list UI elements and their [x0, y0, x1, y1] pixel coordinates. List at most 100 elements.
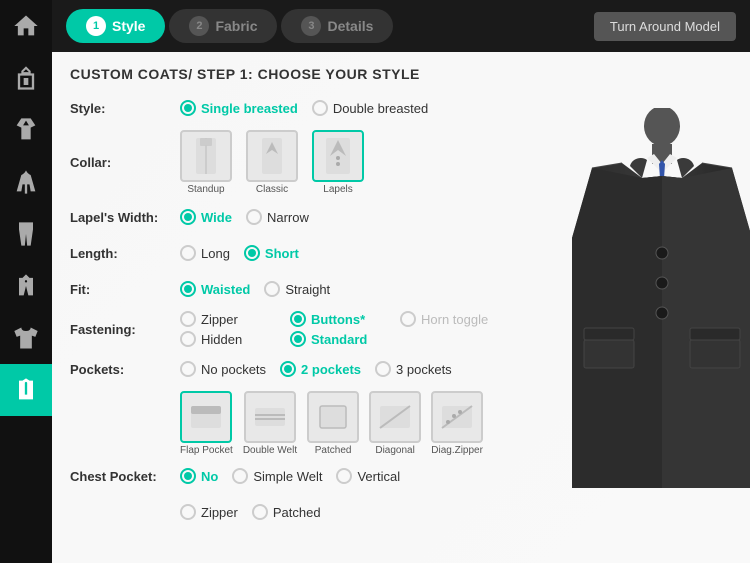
step2-label: Fabric	[215, 18, 257, 34]
step1-circle: 1	[86, 16, 106, 36]
step3-label: Details	[327, 18, 373, 34]
chest-vertical-radio[interactable]	[336, 468, 352, 484]
length-short-label: Short	[265, 246, 299, 261]
fit-options: Waisted Straight	[180, 281, 330, 297]
sidebar-item-home[interactable]	[0, 0, 52, 52]
pocket-diagonal-img	[369, 391, 421, 443]
turn-around-button[interactable]: Turn Around Model	[594, 12, 736, 41]
fit-straight-label: Straight	[285, 282, 330, 297]
pocket-double-welt-img	[244, 391, 296, 443]
style-double-option[interactable]: Double breasted	[312, 100, 428, 116]
length-label: Length:	[70, 246, 180, 261]
form-panel: CUSTOM COATS/ STEP 1: CHOOSE YOUR STYLE …	[52, 52, 562, 563]
fastening-zipper-label: Zipper	[201, 312, 238, 327]
fit-label: Fit:	[70, 282, 180, 297]
fastening-buttons-radio[interactable]	[290, 311, 306, 327]
style-single-option[interactable]: Single breasted	[180, 100, 298, 116]
fastening-hidden-radio[interactable]	[180, 331, 196, 347]
pocket-double-welt-thumb[interactable]: Double Welt	[243, 391, 297, 456]
sidebar-item-overcoat[interactable]	[0, 364, 52, 416]
fastening-horn-radio[interactable]	[400, 311, 416, 327]
sidebar-item-pants[interactable]	[0, 208, 52, 260]
fit-waisted-option[interactable]: Waisted	[180, 281, 250, 297]
length-short-option[interactable]: Short	[244, 245, 299, 261]
sidebar-item-jacket[interactable]	[0, 156, 52, 208]
fastening-hidden-option[interactable]: Hidden	[180, 331, 290, 347]
lapels-narrow-option[interactable]: Narrow	[246, 209, 309, 225]
fit-waisted-label: Waisted	[201, 282, 250, 297]
collar-lapels-img	[312, 130, 364, 182]
pocket-double-welt-label: Double Welt	[243, 445, 297, 456]
collar-row: Collar: Standup Classic	[70, 130, 544, 195]
step1-label: Style	[112, 18, 145, 34]
pocket-3-option[interactable]: 3 pockets	[375, 361, 452, 377]
pocket-2-label: 2 pockets	[301, 362, 361, 377]
chest-no-radio[interactable]	[180, 468, 196, 484]
collar-lapels-thumb[interactable]: Lapels	[312, 130, 364, 195]
sidebar-item-tshirt[interactable]	[0, 312, 52, 364]
pocket-diagonal-thumb[interactable]: Diagonal	[369, 391, 421, 456]
pocket-2-radio[interactable]	[280, 361, 296, 377]
step1-button[interactable]: 1 Style	[66, 9, 165, 43]
fit-waisted-radio[interactable]	[180, 281, 196, 297]
pocket-3-radio[interactable]	[375, 361, 391, 377]
pocket-patched-img	[307, 391, 359, 443]
chest-pocket-options: No Simple Welt Vertical	[180, 468, 400, 484]
step2-button[interactable]: 2 Fabric	[169, 9, 277, 43]
pocket-flap-label: Flap Pocket	[180, 445, 233, 456]
chest-vertical-option[interactable]: Vertical	[336, 468, 400, 484]
coat-model	[562, 108, 750, 508]
fastening-standard-option[interactable]: Standard	[290, 331, 400, 347]
collar-standup-thumb[interactable]: Standup	[180, 130, 232, 195]
sidebar-item-shirt[interactable]	[0, 104, 52, 156]
pockets-label: Pockets:	[70, 362, 180, 377]
fit-row: Fit: Waisted Straight	[70, 275, 544, 303]
pocket-none-radio[interactable]	[180, 361, 196, 377]
style-single-radio[interactable]	[180, 100, 196, 116]
length-long-option[interactable]: Long	[180, 245, 230, 261]
sidebar-item-vest[interactable]	[0, 260, 52, 312]
pocket-diagonal-label: Diagonal	[375, 445, 414, 456]
style-options: Single breasted Double breasted	[180, 100, 428, 116]
pocket-2-option[interactable]: 2 pockets	[280, 361, 361, 377]
pocket-flap-img	[180, 391, 232, 443]
chest-simple-welt-radio[interactable]	[232, 468, 248, 484]
lapels-wide-radio[interactable]	[180, 209, 196, 225]
pocket-none-option[interactable]: No pockets	[180, 361, 266, 377]
lapels-width-label: Lapel's Width:	[70, 210, 180, 225]
topbar: 1 Style 2 Fabric 3 Details Turn Around M…	[52, 0, 750, 52]
fastening-zipper-radio[interactable]	[180, 311, 196, 327]
length-short-radio[interactable]	[244, 245, 260, 261]
style-double-radio[interactable]	[312, 100, 328, 116]
fastening-zipper-option[interactable]: Zipper	[180, 311, 290, 327]
chest-zipper-option[interactable]: Zipper	[180, 504, 238, 520]
chest-patched-option[interactable]: Patched	[252, 504, 321, 520]
lapels-wide-option[interactable]: Wide	[180, 209, 232, 225]
pocket-diag-zipper-thumb[interactable]: Diag.Zipper	[431, 391, 483, 456]
chest-no-option[interactable]: No	[180, 468, 218, 484]
collar-classic-thumb[interactable]: Classic	[246, 130, 298, 195]
fit-straight-option[interactable]: Straight	[264, 281, 330, 297]
pocket-flap-thumb[interactable]: Flap Pocket	[180, 391, 233, 456]
collar-standup-label: Standup	[187, 184, 224, 195]
pockets-row: Pockets: No pockets 2 pockets 3 pockets	[70, 355, 544, 383]
form-title: CUSTOM COATS/ STEP 1: CHOOSE YOUR STYLE	[70, 66, 544, 82]
sidebar-item-suit[interactable]	[0, 52, 52, 104]
chest-no-label: No	[201, 469, 218, 484]
fit-straight-radio[interactable]	[264, 281, 280, 297]
pocket-patched-thumb[interactable]: Patched	[307, 391, 359, 456]
pocket-diag-zipper-img	[431, 391, 483, 443]
chest-zipper-radio[interactable]	[180, 504, 196, 520]
length-options: Long Short	[180, 245, 299, 261]
chest-patched-radio[interactable]	[252, 504, 268, 520]
chest-simple-welt-option[interactable]: Simple Welt	[232, 468, 322, 484]
fastening-standard-radio[interactable]	[290, 331, 306, 347]
lapels-narrow-radio[interactable]	[246, 209, 262, 225]
fastening-buttons-option[interactable]: Buttons*	[290, 311, 400, 327]
step3-button[interactable]: 3 Details	[281, 9, 393, 43]
chest-pocket-row2: Zipper Patched	[70, 498, 544, 526]
fastening-options: Zipper Buttons* Horn toggle Hidden	[180, 311, 520, 347]
length-long-radio[interactable]	[180, 245, 196, 261]
chest-zipper-label: Zipper	[201, 505, 238, 520]
fastening-horn-option[interactable]: Horn toggle	[400, 311, 520, 327]
